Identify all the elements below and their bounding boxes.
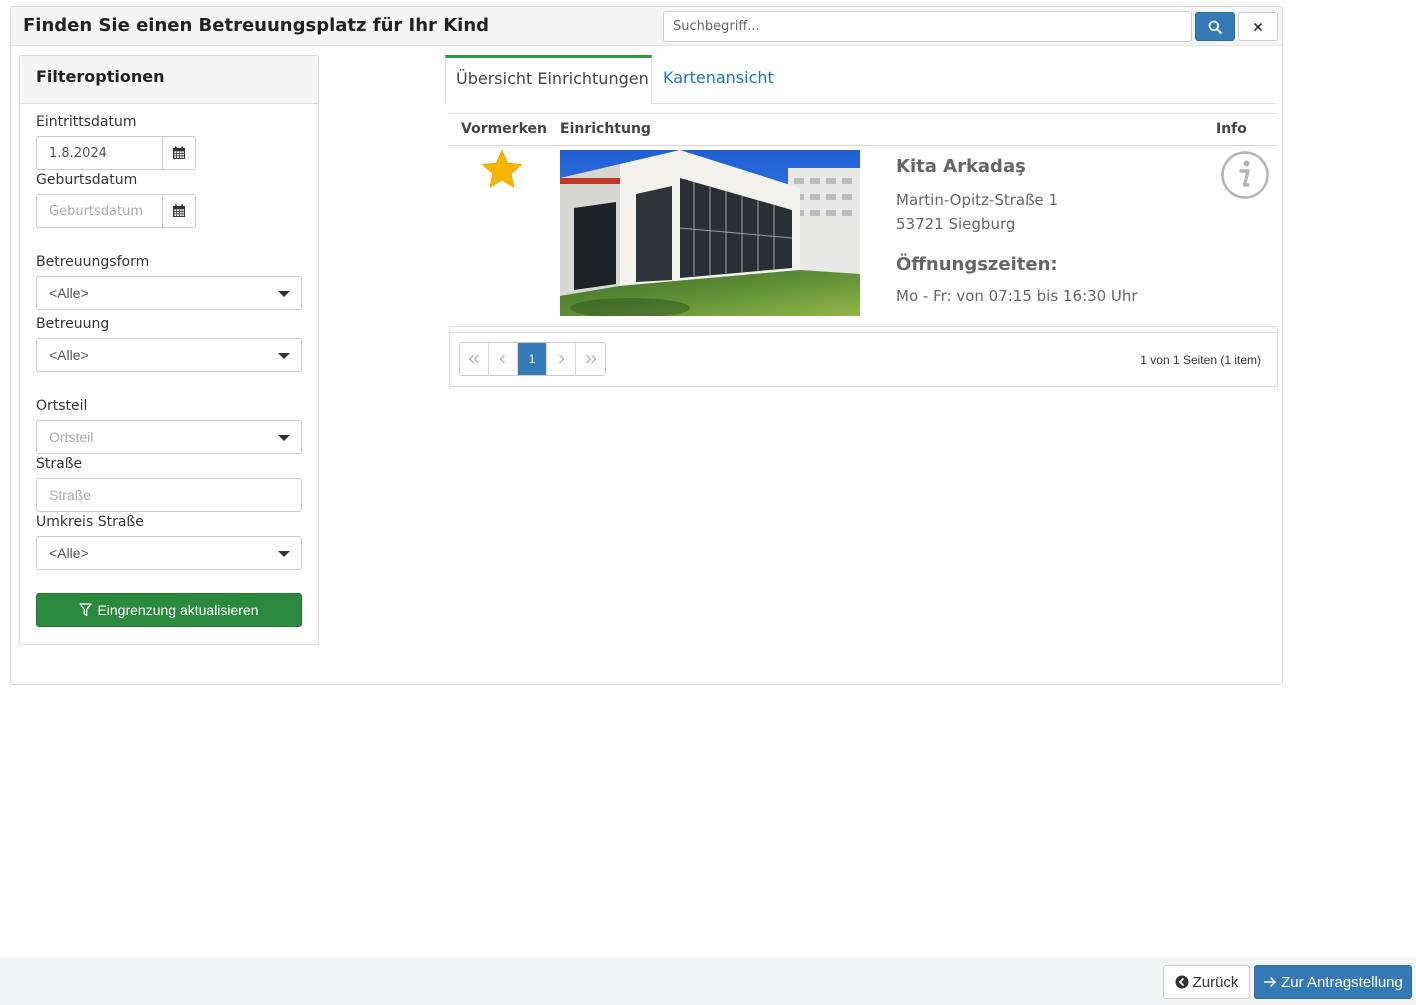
eintrittsdatum-input[interactable] [36,136,163,170]
umkreis-value: <Alle> [49,545,89,561]
apply-filter-button[interactable]: Eingrenzung aktualisieren [36,593,302,627]
betreuung-select[interactable]: <Alle> [36,338,302,372]
chevron-down-icon [278,435,290,441]
calendar-icon [173,146,185,159]
filter-sidebar: Filteroptionen Eintrittsdatum Geburtsdat… [19,55,319,645]
arrow-circle-left-icon [1175,975,1189,989]
filter-title: Filteroptionen [20,56,318,104]
arrow-right-icon [1264,976,1277,988]
betreuungsform-value: <Alle> [49,285,89,301]
strasse-label: Straße [36,456,83,472]
antragstellung-label: Zur Antragstellung [1281,973,1403,991]
calendar-icon [173,204,185,217]
tab-kartenansicht[interactable]: Kartenansicht [652,55,785,103]
info-icon[interactable] [1220,150,1270,200]
double-chevron-left-icon [468,354,479,364]
ortsteil-select[interactable]: Ortsteil [36,420,302,454]
grid-header-border [449,113,1278,114]
opening-hours: Mo - Fr: von 07:15 bis 16:30 Uhr [896,287,1138,305]
column-header-einrichtung: Einrichtung [560,121,651,137]
facility-name: Kita Arkadaş [896,156,1026,177]
next-page-button[interactable] [547,343,576,375]
back-button[interactable]: Zurück [1163,965,1250,999]
umkreis-select[interactable]: <Alle> [36,536,302,570]
prev-page-button[interactable] [489,343,518,375]
search-icon [1208,20,1222,34]
chevron-down-icon [278,291,290,297]
facility-photo [560,150,860,316]
double-chevron-right-icon [585,354,596,364]
panel-header: Finden Sie einen Betreuungsplatz für Ihr… [11,7,1282,46]
search-button[interactable] [1195,12,1235,41]
chevron-right-icon [559,354,565,364]
clear-search-button[interactable] [1238,12,1278,41]
chevron-left-icon [499,354,505,364]
betreuung-value: <Alle> [49,347,89,363]
geburtsdatum-calendar-button[interactable] [162,194,196,228]
ortsteil-label: Ortsteil [36,398,88,414]
search-panel: Finden Sie einen Betreuungsplatz für Ihr… [10,6,1283,685]
page-title: Finden Sie einen Betreuungsplatz für Ihr… [23,15,490,36]
geburtsdatum-label: Geburtsdatum [36,172,138,188]
betreuungsform-label: Betreuungsform [36,254,150,270]
first-page-button[interactable] [460,343,489,375]
last-page-button[interactable] [576,343,605,375]
row-divider [449,326,1278,327]
betreuung-label: Betreuung [36,316,110,332]
column-header-info: Info [1216,121,1247,137]
eintrittsdatum-calendar-button[interactable] [162,136,196,170]
umkreis-label: Umkreis Straße [36,514,144,530]
star-icon[interactable] [480,149,524,191]
back-label: Zurück [1192,973,1239,991]
search-input[interactable] [663,11,1192,42]
close-icon [1253,22,1263,31]
grid-header-border [449,145,1278,146]
pagination: 1 [459,342,606,376]
facility-street: Martin-Opitz-Straße 1 [896,191,1059,209]
geburtsdatum-group [36,194,196,228]
pager-panel: 1 1 von 1 Seiten (1 item) [449,332,1278,387]
filter-icon [79,603,93,617]
chevron-down-icon [278,353,290,359]
antragstellung-button[interactable]: Zur Antragstellung [1254,965,1412,999]
footer-bar: Zurück Zur Antragstellung [0,957,1416,1005]
page-1-button[interactable]: 1 [518,343,547,375]
geburtsdatum-input[interactable] [36,194,163,228]
strasse-input[interactable] [36,478,302,512]
eintrittsdatum-group [36,136,196,170]
facility-city: 53721 Siegburg [896,215,1016,233]
column-header-vormerken: Vormerken [461,121,547,137]
eintrittsdatum-label: Eintrittsdatum [36,114,137,130]
chevron-down-icon [278,551,290,557]
ortsteil-placeholder: Ortsteil [49,429,94,445]
betreuungsform-select[interactable]: <Alle> [36,276,302,310]
opening-hours-title: Öffnungszeiten: [896,254,1058,275]
tab-uebersicht[interactable]: Übersicht Einrichtungen [445,55,652,104]
apply-filter-label: Eingrenzung aktualisieren [97,602,259,618]
pager-summary: 1 von 1 Seiten (1 item) [1140,353,1261,367]
